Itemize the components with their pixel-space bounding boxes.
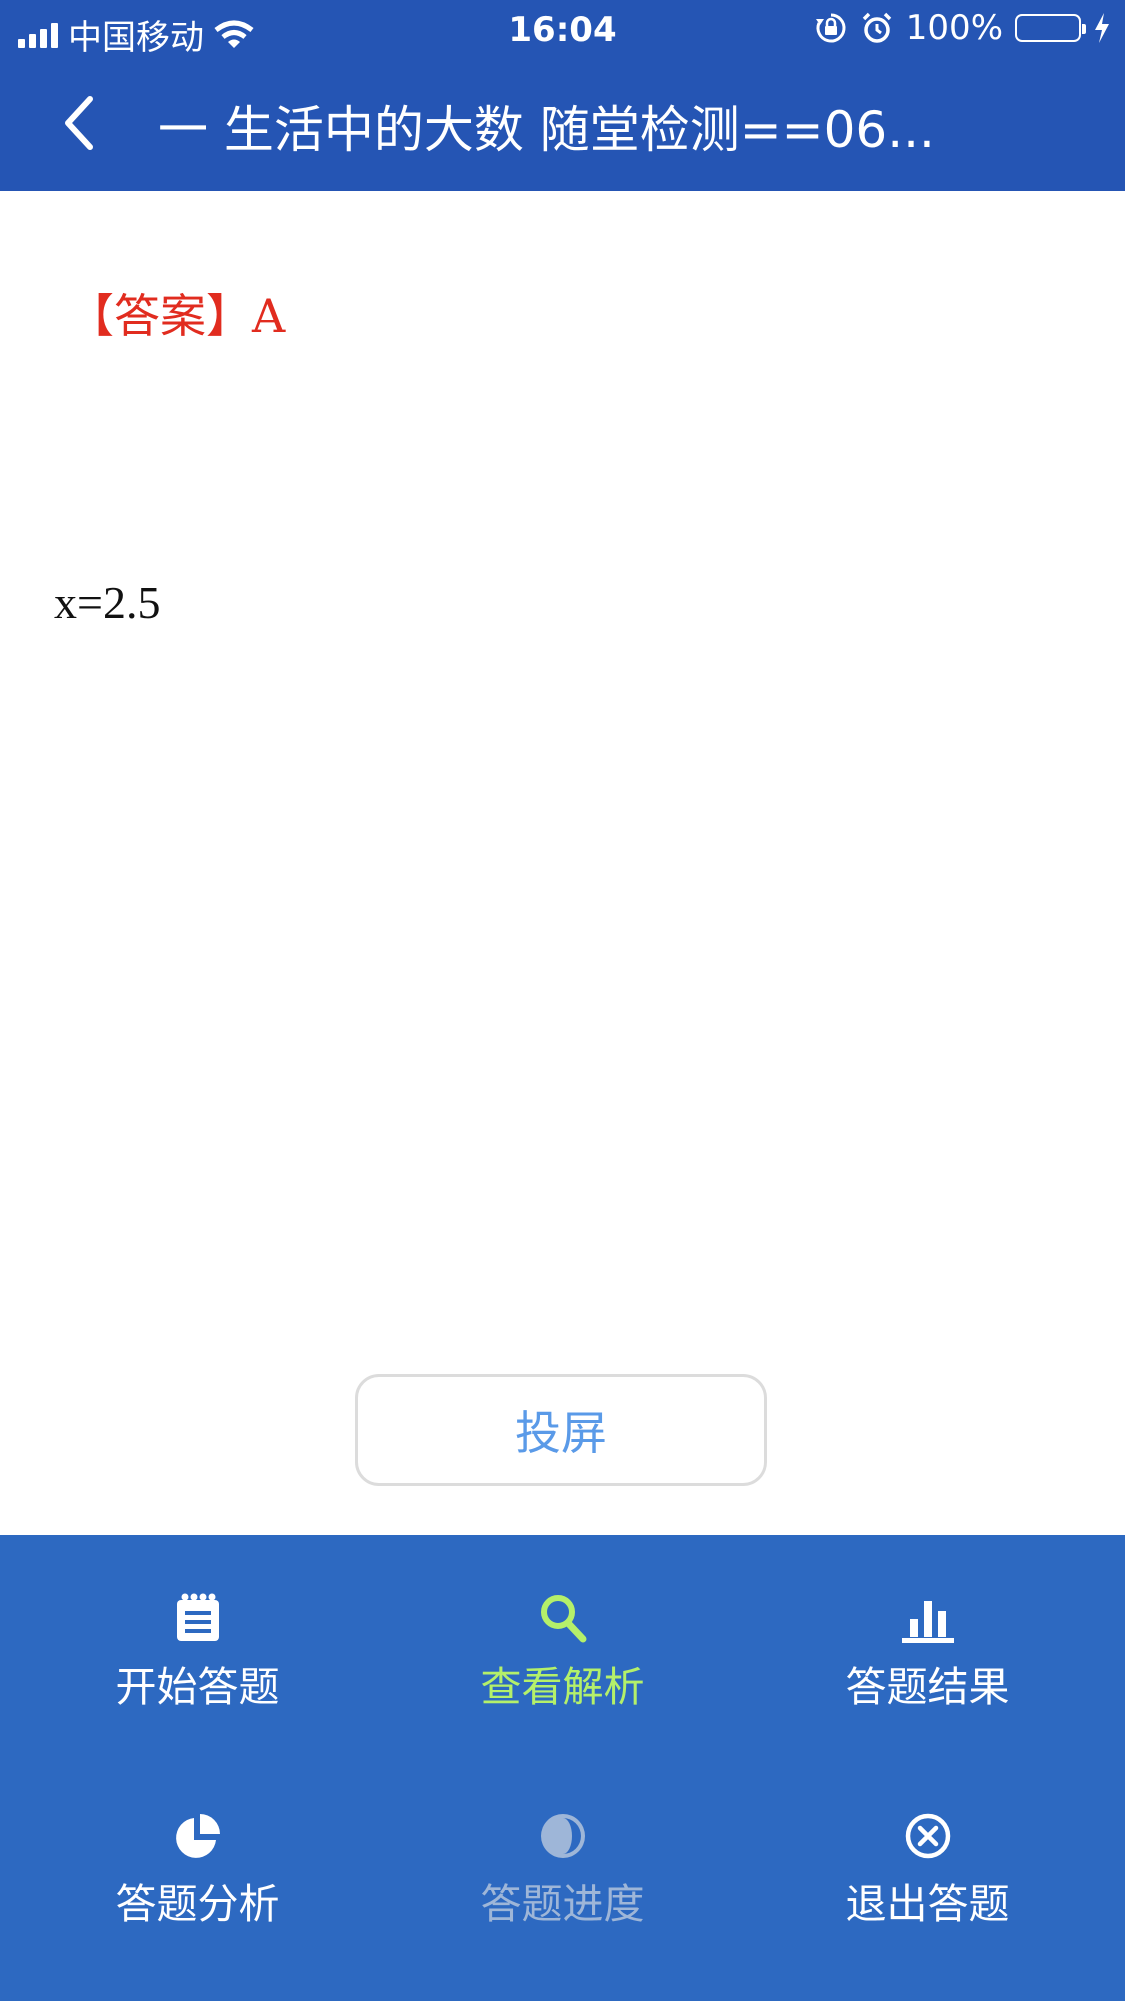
view-analysis-button[interactable]: 查看解析: [375, 1585, 750, 1785]
charging-icon: [1095, 13, 1109, 43]
nav-bar: 一 生活中的大数 随堂检测==06...: [0, 60, 1125, 191]
tool-label: 答题分析: [115, 1880, 280, 1928]
bar-chart-icon: [901, 1601, 954, 1643]
answer-results-button[interactable]: 答题结果: [740, 1585, 1115, 1785]
answer-analysis-button[interactable]: 答题分析: [10, 1802, 385, 2002]
tool-label: 查看解析: [480, 1663, 645, 1711]
answer-progress-button[interactable]: 答题进度: [375, 1802, 750, 2002]
alarm-icon: [862, 12, 892, 43]
screen-cast-button[interactable]: 投屏: [355, 1374, 767, 1486]
progress-icon: [540, 1814, 585, 1858]
notepad-icon: [176, 1593, 219, 1641]
search-icon: [540, 1595, 586, 1643]
start-answer-button[interactable]: 开始答题: [10, 1585, 385, 1785]
answer-text: 【答案】A: [68, 289, 286, 343]
back-button[interactable]: [48, 88, 108, 158]
battery-icon: [1015, 14, 1086, 42]
rotation-lock-icon: [815, 13, 846, 43]
formula-text: x=2.5: [54, 577, 161, 628]
tool-label: 退出答题: [845, 1880, 1010, 1928]
status-bar: 中国移动 16:04 100%: [0, 0, 1125, 60]
chevron-left-icon: [65, 96, 93, 150]
tool-label: 答题进度: [480, 1880, 645, 1928]
exit-answer-button[interactable]: 退出答题: [740, 1802, 1115, 2002]
tool-label: 答题结果: [845, 1663, 1010, 1711]
bottom-toolbar: 开始答题 查看解析 答题结果 答题分析 答题进度 退出答题: [0, 1535, 1125, 2001]
battery-percent: 100%: [905, 8, 1003, 48]
pie-chart-icon: [175, 1814, 220, 1858]
close-circle-icon: [905, 1813, 950, 1859]
page-title: 一 生活中的大数 随堂检测==06...: [158, 101, 935, 159]
tool-label: 开始答题: [115, 1663, 280, 1711]
top-bar: 中国移动 16:04 100% 一 生活中的大数 随堂检测==06...: [0, 0, 1125, 191]
